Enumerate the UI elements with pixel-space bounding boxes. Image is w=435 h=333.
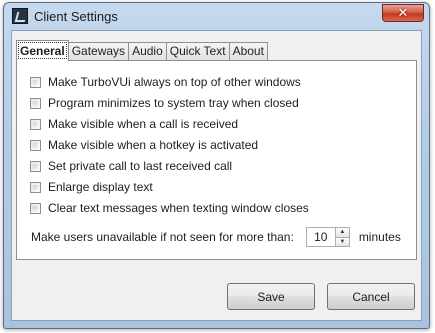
- tab-audio[interactable]: Audio: [128, 42, 167, 60]
- cancel-button[interactable]: Cancel: [327, 283, 415, 310]
- save-button[interactable]: Save: [227, 283, 315, 310]
- client-settings-window: Client Settings ✕ General Gateways Audio…: [3, 2, 430, 329]
- unavailable-timeout-row: Make users unavailable if not seen for m…: [31, 227, 401, 247]
- option-visible-on-call[interactable]: Make visible when a call is received: [30, 116, 238, 132]
- option-label: Make visible when a hotkey is activated: [48, 138, 259, 152]
- units-label: minutes: [358, 230, 401, 244]
- unavailable-label: Make users unavailable if not seen for m…: [31, 230, 294, 244]
- dialog-body: General Gateways Audio Quick Text About …: [11, 30, 422, 321]
- enlarge-text-checkbox[interactable]: [30, 181, 41, 193]
- tab-about[interactable]: About: [228, 42, 268, 60]
- app-icon: [12, 8, 28, 24]
- minutes-stepper[interactable]: ▲ ▼: [305, 227, 350, 247]
- option-always-on-top[interactable]: Make TurboVUi always on top of other win…: [30, 74, 301, 90]
- always-on-top-checkbox[interactable]: [30, 76, 41, 88]
- tab-quick-text[interactable]: Quick Text: [165, 42, 230, 60]
- stepper-buttons: ▲ ▼: [334, 228, 349, 246]
- minutes-input[interactable]: [306, 228, 335, 246]
- clear-messages-checkbox[interactable]: [30, 202, 41, 214]
- option-minimize-to-tray[interactable]: Program minimizes to system tray when cl…: [30, 95, 299, 111]
- general-tab-panel: Make TurboVUi always on top of other win…: [16, 60, 417, 260]
- option-label: Make TurboVUi always on top of other win…: [48, 75, 301, 89]
- window-title: Client Settings: [34, 9, 118, 24]
- title-bar[interactable]: Client Settings ✕: [4, 3, 429, 29]
- tab-strip: General Gateways Audio Quick Text About: [16, 40, 268, 61]
- option-visible-on-hotkey[interactable]: Make visible when a hotkey is activated: [30, 137, 258, 153]
- option-label: Make visible when a call is received: [48, 117, 239, 131]
- tab-general[interactable]: General: [16, 40, 69, 61]
- option-label: Clear text messages when texting window …: [48, 201, 309, 215]
- visible-on-call-checkbox[interactable]: [30, 118, 41, 130]
- option-label: Enlarge display text: [48, 180, 153, 194]
- option-private-call[interactable]: Set private call to last received call: [30, 158, 232, 174]
- minimize-to-tray-checkbox[interactable]: [30, 97, 41, 109]
- option-enlarge-text[interactable]: Enlarge display text: [30, 179, 153, 195]
- visible-on-hotkey-checkbox[interactable]: [30, 139, 41, 151]
- option-clear-messages[interactable]: Clear text messages when texting window …: [30, 200, 309, 216]
- tab-gateways[interactable]: Gateways: [67, 42, 130, 60]
- spin-down-icon[interactable]: ▼: [334, 236, 349, 246]
- spin-up-icon[interactable]: ▲: [334, 228, 349, 237]
- private-call-checkbox[interactable]: [30, 160, 41, 172]
- close-icon: ✕: [397, 5, 409, 21]
- option-label: Set private call to last received call: [48, 159, 233, 173]
- option-label: Program minimizes to system tray when cl…: [48, 96, 299, 110]
- close-button[interactable]: ✕: [382, 4, 424, 22]
